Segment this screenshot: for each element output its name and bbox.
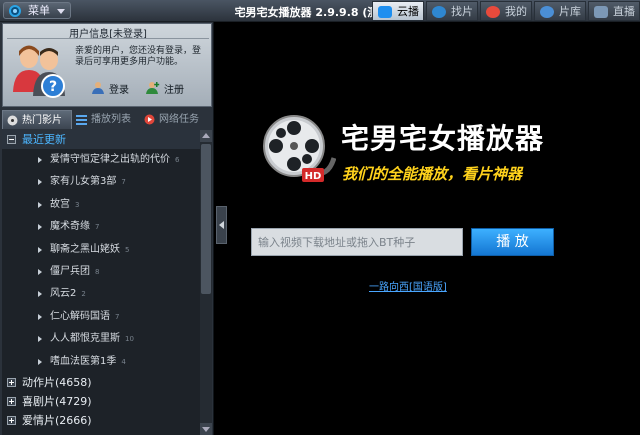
tab-mine[interactable]: 我的	[480, 1, 532, 21]
tab-library[interactable]: 片库	[534, 1, 586, 21]
tab-cloud-play[interactable]: 云播	[372, 1, 424, 21]
menu-logo-icon	[9, 5, 21, 17]
svg-text:?: ?	[49, 79, 57, 95]
nav-tabs: 云播 找片 我的 片库 直播	[370, 1, 640, 22]
expand-icon	[7, 377, 16, 387]
movie-count: 3	[75, 200, 80, 209]
menu-button[interactable]: 菜单	[3, 2, 71, 19]
movie-count: 2	[81, 290, 86, 299]
app-window: 菜单 宅男宅女播放器 2.9.9.8 (测试版) 云播 找片 我的 片库 直播 …	[0, 0, 640, 435]
movie-count: 10	[125, 335, 134, 344]
film-reel-logo-icon: HD	[263, 115, 336, 182]
tab-label: 找片	[451, 5, 473, 18]
recommended-movie-link[interactable]: 一路向西[国语版]	[369, 278, 447, 293]
tab-label: 播放列表	[91, 114, 131, 125]
movie-title: 仁心解码国语	[50, 310, 110, 322]
tab-network-tasks[interactable]: 网络任务	[140, 110, 210, 129]
left-panel: 用户信息[未登录] ? 亲爱的用户，您还没有登录，登录后可享用更多用户功能。 登…	[0, 22, 214, 435]
movie-title: 爱情守恒定律之出轨的代价	[50, 154, 170, 165]
movie-item[interactable]: 嗜血法医第1季 4	[2, 351, 200, 373]
category-label: 最近更新	[22, 133, 66, 146]
movie-count: 8	[95, 267, 100, 276]
hd-badge: HD	[305, 171, 322, 182]
users-avatar-icon: ?	[13, 45, 65, 98]
movie-count: 6	[175, 156, 180, 164]
login-button[interactable]: 登录	[91, 81, 129, 96]
search-icon	[432, 6, 446, 18]
movie-item[interactable]: 爱情守恒定律之出轨的代价 6	[2, 149, 200, 171]
tab-label: 热门影片	[22, 115, 62, 126]
scroll-down-icon[interactable]	[200, 423, 212, 435]
user-info-box: 用户信息[未登录] ? 亲爱的用户，您还没有登录，登录后可享用更多用户功能。 登…	[2, 23, 212, 107]
category-label: 动作片(4658)	[22, 375, 92, 389]
film-icon	[7, 115, 18, 126]
movie-count: 5	[125, 245, 130, 254]
category-recent-updates[interactable]: 最近更新	[2, 130, 200, 149]
list-icon	[76, 115, 87, 125]
movie-item[interactable]: 聊斋之黑山姥妖 5	[2, 239, 200, 261]
movie-title: 人人都恨克里斯	[50, 333, 120, 345]
category-label: 喜剧片(4729)	[22, 394, 92, 408]
register-label: 注册	[164, 85, 184, 96]
category-label: 爱情片(2666)	[22, 413, 92, 427]
play-button[interactable]: 播 放	[471, 228, 554, 256]
logo-slogan: 我们的全能播放，看片神器	[342, 165, 523, 183]
tab-label: 云播	[397, 5, 419, 18]
heart-icon	[486, 6, 500, 18]
register-button[interactable]: 注册	[146, 81, 184, 96]
menu-label: 菜单	[28, 4, 50, 17]
movie-count: 4	[121, 357, 126, 366]
tree-scrollbar[interactable]	[200, 130, 212, 435]
expand-icon	[7, 415, 16, 425]
movie-count: 7	[115, 312, 120, 321]
movie-item[interactable]: 家有儿女第3部 7	[2, 171, 200, 193]
cloud-icon	[378, 6, 392, 18]
login-label: 登录	[109, 85, 129, 96]
movie-title: 家有儿女第3部	[50, 176, 117, 188]
panel-tabs: 热门影片 播放列表 网络任务	[2, 110, 212, 129]
movie-item[interactable]: 人人都恨克里斯 10	[2, 328, 200, 350]
movie-item[interactable]: 风云2 2	[2, 283, 200, 305]
movie-item[interactable]: 僵尸兵团 8	[2, 261, 200, 283]
user-icon	[92, 82, 104, 94]
movie-title: 僵尸兵团	[50, 265, 90, 277]
collapse-icon	[7, 135, 16, 144]
user-info-title: 用户信息[未登录]	[3, 25, 213, 40]
movie-item[interactable]: 魔术奇缘 7	[2, 216, 200, 238]
movie-title: 嗜血法医第1季	[50, 355, 117, 367]
tv-icon	[594, 6, 608, 18]
expand-icon	[7, 396, 16, 406]
movie-count: 7	[95, 223, 100, 232]
login-prompt-text: 亲爱的用户，您还没有登录，登录后可享用更多用户功能。	[75, 46, 202, 67]
tab-label: 我的	[505, 5, 527, 18]
movie-tree: 最近更新 爱情守恒定律之出轨的代价 6 家有儿女第3部 7 故宫 3 魔术奇缘 7 聊斋…	[2, 130, 200, 435]
tab-label: 片库	[559, 5, 581, 18]
scroll-up-icon[interactable]	[200, 130, 212, 142]
library-icon	[540, 6, 554, 18]
movie-count: 7	[121, 178, 126, 187]
add-user-icon	[146, 82, 160, 94]
tab-label: 直播	[613, 5, 635, 18]
tab-hot-movies[interactable]: 热门影片	[2, 110, 72, 129]
download-icon	[144, 114, 155, 125]
movie-item[interactable]: 故宫 3	[2, 194, 200, 216]
logo-title: 宅男宅女播放器	[341, 122, 545, 155]
video-url-input[interactable]	[251, 228, 463, 256]
category-romance[interactable]: 爱情片(2666)	[2, 411, 200, 430]
tab-live[interactable]: 直播	[588, 1, 640, 21]
movie-title: 聊斋之黑山姥妖	[50, 243, 120, 255]
movie-title: 风云2	[50, 288, 77, 300]
category-action[interactable]: 动作片(4658)	[2, 373, 200, 392]
movie-item[interactable]: 仁心解码国语 7	[2, 306, 200, 328]
movie-title: 故宫	[50, 198, 70, 210]
scroll-thumb[interactable]	[201, 144, 211, 294]
title-bar: 菜单 宅男宅女播放器 2.9.9.8 (测试版) 云播 找片 我的 片库 直播	[0, 0, 640, 22]
tab-playlist[interactable]: 播放列表	[72, 110, 140, 129]
category-comedy[interactable]: 喜剧片(4729)	[2, 392, 200, 411]
chevron-down-icon	[57, 9, 65, 14]
movie-title: 魔术奇缘	[50, 221, 90, 233]
collapse-panel-handle[interactable]	[216, 206, 227, 244]
tab-find[interactable]: 找片	[426, 1, 478, 21]
tab-label: 网络任务	[159, 114, 199, 125]
